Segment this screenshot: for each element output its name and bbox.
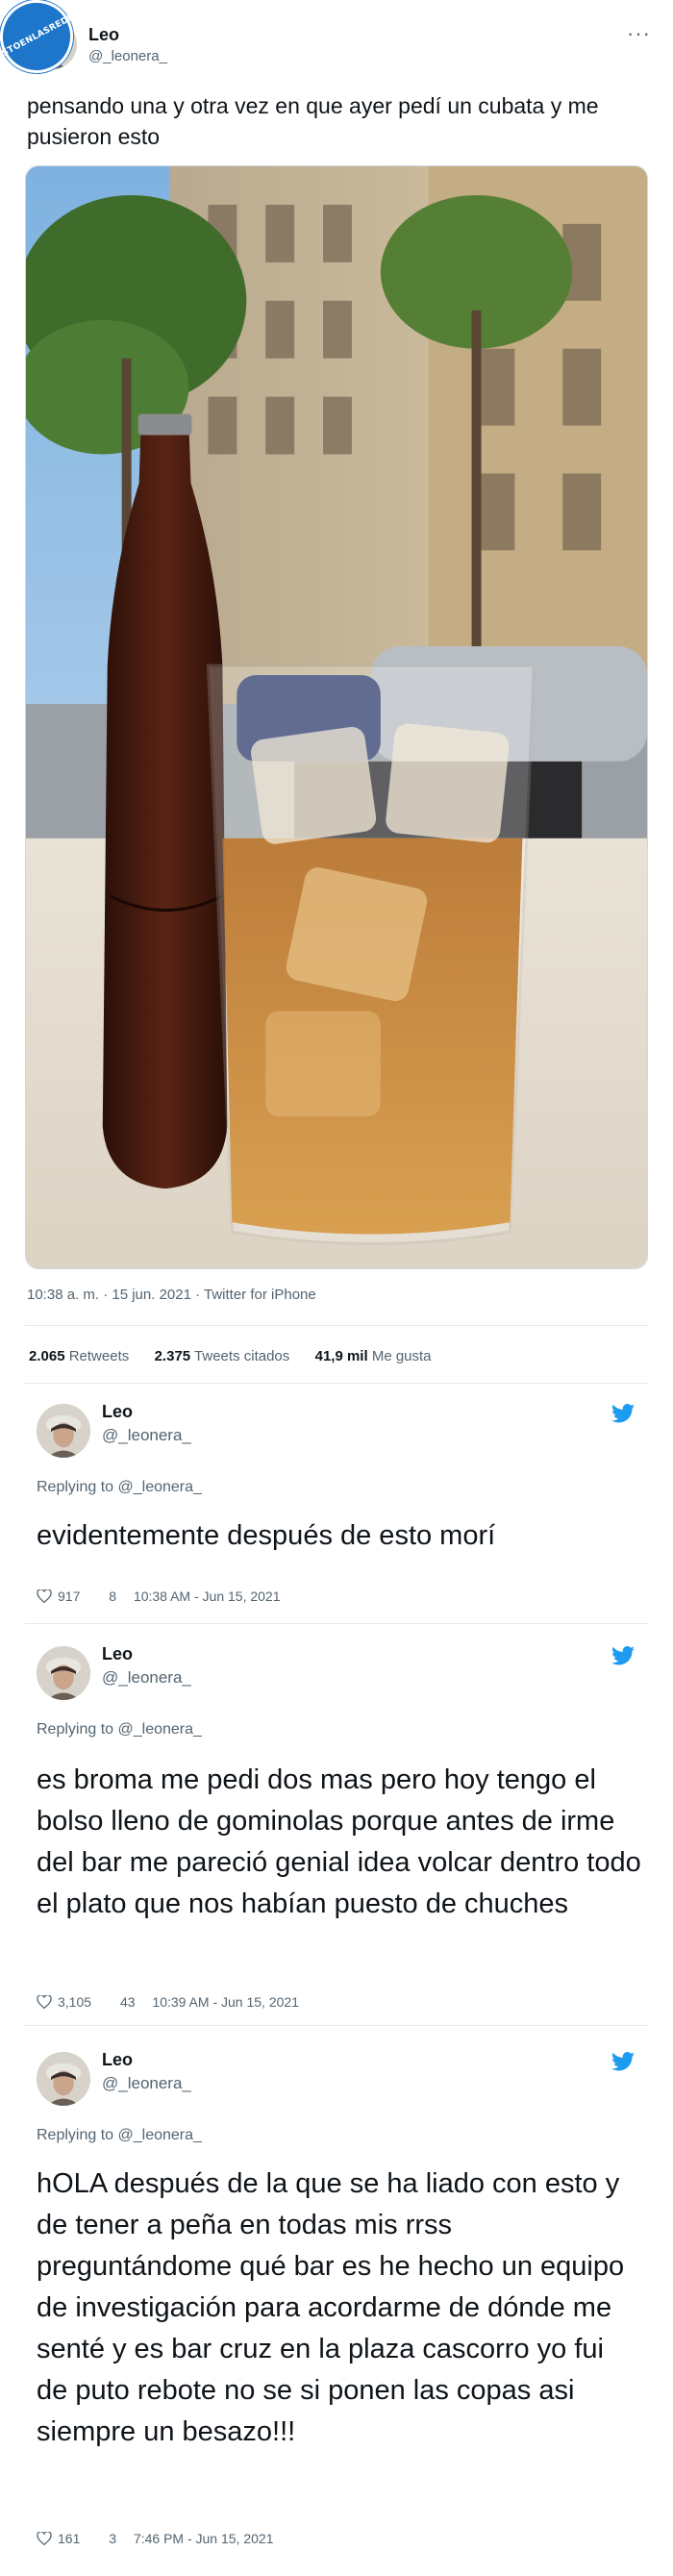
author-name[interactable]: Leo: [88, 25, 119, 45]
quotes-label[interactable]: Tweets citados: [194, 1348, 289, 1364]
divider: [25, 1383, 648, 1384]
reply-meta: 917 8 10:38 AM - Jun 15, 2021: [37, 1588, 281, 1604]
tweet-header: VISTOENLASREDES Leo @_leonera_ ···: [0, 0, 673, 87]
reply-author-handle[interactable]: @_leonera_: [102, 2074, 191, 2093]
tweet-timestamp[interactable]: 10:38 a. m. · 15 jun. 2021 · Twitter for…: [27, 1287, 316, 1303]
divider: [25, 2025, 648, 2026]
reply-meta: 3,105 43 10:39 AM - Jun 15, 2021: [37, 1994, 299, 2010]
avatar-photo: [37, 2052, 90, 2106]
twitter-bird-icon[interactable]: [611, 1404, 635, 1423]
tweet-text: pensando una y otra vez en que ayer pedí…: [27, 93, 599, 149]
reply-time[interactable]: 10:38 AM - Jun 15, 2021: [134, 1588, 281, 1604]
more-icon[interactable]: ···: [627, 21, 651, 46]
divider: [25, 1325, 648, 1326]
drink-photo: [26, 166, 647, 1268]
avatar-photo: [37, 1404, 90, 1458]
reply-author-name[interactable]: Leo: [102, 1644, 133, 1664]
reply-author-name[interactable]: Leo: [102, 2050, 133, 2070]
reply-text: hOLA después de la que se ha liado con e…: [37, 2168, 625, 2447]
tweet-photo[interactable]: [25, 165, 648, 1269]
reply-avatar[interactable]: [37, 2052, 90, 2106]
avatar-photo: [37, 1646, 90, 1700]
replying-to[interactable]: Replying to @_leonera_: [37, 2127, 202, 2144]
reply-text: es broma me pedi dos mas pero hoy tengo …: [37, 1764, 641, 1919]
reply-replies-count[interactable]: 3: [109, 2531, 116, 2546]
retweets-label[interactable]: Retweets: [69, 1348, 130, 1364]
reply-tweet: Leo @_leonera_ Replying to @_leonera_ es…: [0, 1625, 673, 2027]
twitter-bird-icon[interactable]: [611, 2052, 635, 2071]
reply-avatar[interactable]: [37, 1646, 90, 1700]
author-handle[interactable]: @_leonera_: [88, 48, 167, 64]
heart-icon[interactable]: [37, 2532, 52, 2545]
tweet-stats: 2.065 Retweets 2.375 Tweets citados 41,9…: [29, 1348, 432, 1364]
divider: [25, 1623, 648, 1624]
reply-tweet: Leo @_leonera_ Replying to @_leonera_ hO…: [0, 2027, 673, 2576]
reply-author-name[interactable]: Leo: [102, 1402, 133, 1422]
twitter-bird-icon[interactable]: [611, 1646, 635, 1665]
reply-author-handle[interactable]: @_leonera_: [102, 1668, 191, 1688]
replying-to[interactable]: Replying to @_leonera_: [37, 1479, 202, 1496]
reply-likes[interactable]: 917: [58, 1588, 80, 1604]
reply-time[interactable]: 7:46 PM - Jun 15, 2021: [134, 2531, 274, 2546]
reply-text: evidentemente después de esto morí: [37, 1520, 496, 1551]
reply-likes[interactable]: 3,105: [58, 1994, 91, 2010]
reply-time[interactable]: 10:39 AM - Jun 15, 2021: [152, 1994, 299, 2010]
heart-icon[interactable]: [37, 1589, 52, 1603]
likes-label[interactable]: Me gusta: [372, 1348, 432, 1364]
reply-replies-count[interactable]: 43: [120, 1994, 136, 2010]
heart-icon[interactable]: [37, 1995, 52, 2009]
reply-tweet: Leo @_leonera_ Replying to @_leonera_ ev…: [0, 1385, 673, 1625]
replying-to[interactable]: Replying to @_leonera_: [37, 1721, 202, 1738]
reply-likes[interactable]: 161: [58, 2531, 80, 2546]
reply-avatar[interactable]: [37, 1404, 90, 1458]
reply-author-handle[interactable]: @_leonera_: [102, 1426, 191, 1445]
retweets-count[interactable]: 2.065: [29, 1348, 65, 1364]
quotes-count[interactable]: 2.375: [155, 1348, 191, 1364]
reply-meta: 161 3 7:46 PM - Jun 15, 2021: [37, 2531, 273, 2546]
reply-replies-count[interactable]: 8: [109, 1588, 116, 1604]
likes-count[interactable]: 41,9 mil: [315, 1348, 368, 1364]
